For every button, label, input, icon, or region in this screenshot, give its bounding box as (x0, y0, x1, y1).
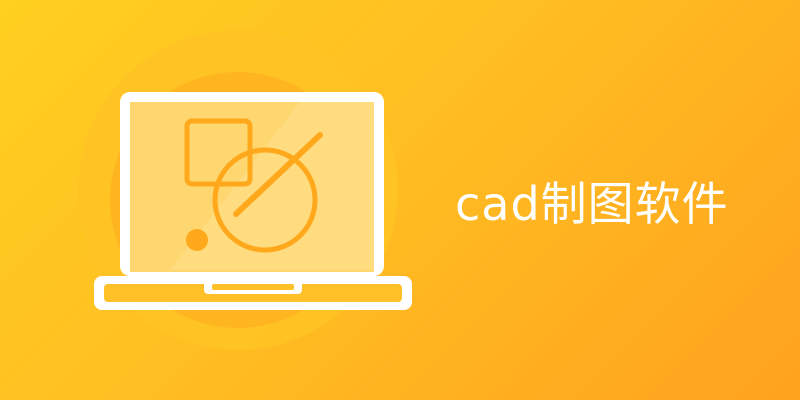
cad-banner: cad制图软件 (0, 0, 800, 400)
laptop-trackpad-notch-inner (212, 284, 294, 290)
dot-shape-icon (186, 229, 208, 251)
banner-title: cad制图软件 (455, 177, 729, 231)
laptop-icon (94, 92, 412, 310)
